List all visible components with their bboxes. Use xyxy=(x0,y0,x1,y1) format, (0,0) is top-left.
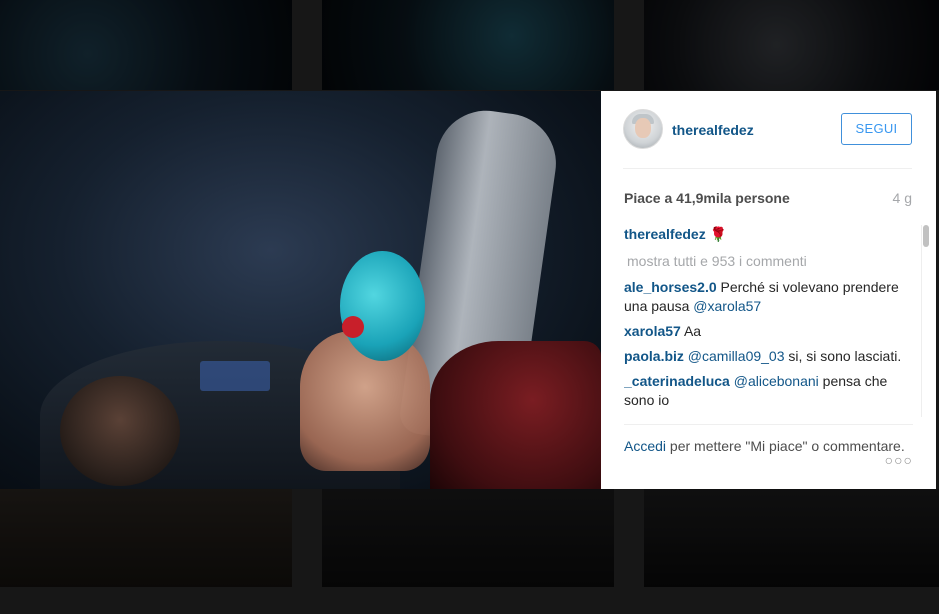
comment-mention[interactable]: @camilla09_03 xyxy=(688,348,785,364)
likes-row: Piace a 41,9mila persone 4 g xyxy=(624,190,912,206)
login-link[interactable]: Accedi xyxy=(624,438,666,454)
grid-thumbnail[interactable] xyxy=(322,489,614,587)
post-username[interactable]: therealfedez xyxy=(672,122,754,138)
comment-item: ale_horses2.0 Perché si volevano prender… xyxy=(624,278,914,316)
comment-username[interactable]: ale_horses2.0 xyxy=(624,279,717,295)
caption: therealfedez 🌹 xyxy=(624,225,914,244)
grid-thumbnail[interactable] xyxy=(644,489,939,587)
follow-button[interactable]: SEGUI xyxy=(841,113,912,145)
comments-list[interactable]: therealfedez 🌹 mostra tutti e 953 i comm… xyxy=(624,225,914,417)
comment-username[interactable]: paola.biz xyxy=(624,348,684,364)
comment-text: Aa xyxy=(683,323,702,339)
post-header: therealfedez SEGUI xyxy=(623,91,912,169)
post-photo[interactable] xyxy=(0,91,601,489)
footer-text: per mettere "Mi piace" o commentare. xyxy=(669,438,905,454)
comment-username[interactable]: _caterinadeluca xyxy=(624,373,730,389)
show-all-comments-link[interactable]: mostra tutti e 953 i commenti xyxy=(627,252,914,271)
comment-mention[interactable]: @alicebonani xyxy=(734,373,819,389)
likes-count[interactable]: Piace a 41,9mila persone xyxy=(624,190,790,206)
avatar-face xyxy=(635,118,651,138)
post-modal: therealfedez SEGUI Piace a 41,9mila pers… xyxy=(0,91,936,489)
comment-text: si, si sono lasciati. xyxy=(788,348,902,364)
photo-blue-hair xyxy=(340,251,425,361)
grid-thumbnail[interactable] xyxy=(0,489,292,587)
photo-rose xyxy=(342,316,364,338)
comment-item: paola.biz @camilla09_03 si, si sono lasc… xyxy=(624,347,914,366)
comment-mention[interactable]: @xarola57 xyxy=(693,298,761,314)
rose-emoji: 🌹 xyxy=(709,226,728,242)
more-options-icon[interactable]: ○○○ xyxy=(885,451,913,470)
photo-car-screen xyxy=(200,361,270,391)
comment-item: _caterinadeluca @alicebonani pensa che s… xyxy=(624,372,914,410)
comment-item: xarola57 Aa xyxy=(624,322,914,341)
grid-thumbnail[interactable] xyxy=(322,0,614,90)
comment-username[interactable]: xarola57 xyxy=(624,323,681,339)
grid-thumbnail[interactable] xyxy=(0,0,292,90)
post-age[interactable]: 4 g xyxy=(893,190,912,206)
grid-thumbnail[interactable] xyxy=(644,0,939,90)
comments-scrollbar[interactable] xyxy=(921,225,929,417)
scrollbar-thumb[interactable] xyxy=(923,225,929,247)
photo-jacket xyxy=(430,341,601,489)
post-footer: Accedi per mettere "Mi piace" o commenta… xyxy=(624,424,913,468)
user-avatar[interactable] xyxy=(623,109,663,149)
post-sidebar: therealfedez SEGUI Piace a 41,9mila pers… xyxy=(601,91,936,489)
photo-person-driver xyxy=(60,376,180,486)
caption-username[interactable]: therealfedez xyxy=(624,226,706,242)
